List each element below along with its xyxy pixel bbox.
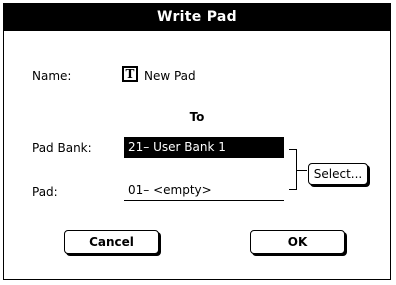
to-heading: To: [189, 110, 205, 124]
text-edit-icon[interactable]: T: [122, 66, 138, 82]
dialog-title: Write Pad: [4, 4, 390, 31]
write-pad-dialog: Write Pad Name: T New Pad To Pad Bank: 2…: [3, 3, 391, 280]
name-label: Name:: [32, 69, 72, 83]
pad-bank-field[interactable]: 21– User Bank 1: [124, 137, 284, 158]
name-value[interactable]: New Pad: [144, 69, 196, 83]
selection-bracket: [289, 149, 297, 190]
selection-bracket-tick: [297, 170, 307, 171]
select-button[interactable]: Select...: [308, 163, 368, 185]
pad-label: Pad:: [32, 185, 58, 199]
pad-bank-label: Pad Bank:: [32, 141, 92, 155]
cancel-button[interactable]: Cancel: [64, 230, 159, 254]
pad-field[interactable]: 01– <empty>: [124, 180, 284, 201]
ok-button[interactable]: OK: [250, 230, 345, 254]
